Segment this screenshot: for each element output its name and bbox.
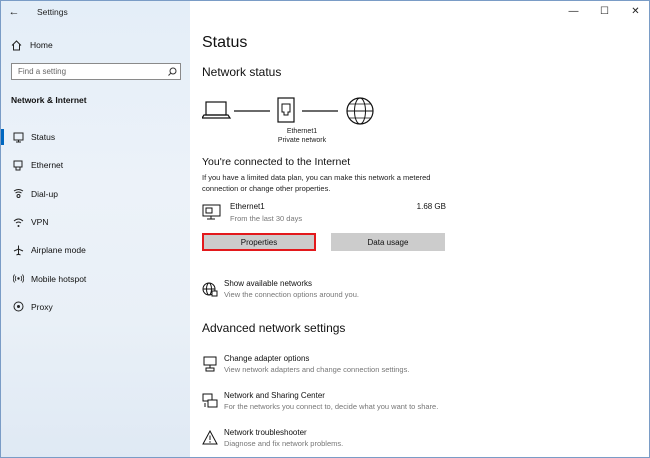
sidebar-item-ethernet[interactable]: Ethernet bbox=[1, 151, 190, 179]
network-troubleshooter-link[interactable]: Network troubleshooter Diagnose and fix … bbox=[202, 428, 502, 452]
page-title: Status bbox=[202, 34, 248, 51]
search-input[interactable]: Find a setting bbox=[11, 63, 181, 80]
laptop-icon bbox=[202, 101, 232, 119]
app-title: Settings bbox=[37, 7, 68, 17]
proxy-icon bbox=[11, 301, 25, 312]
link-title: Change adapter options bbox=[224, 354, 310, 363]
properties-button[interactable]: Properties bbox=[202, 233, 316, 251]
network-diagram: Ethernet1 Private network bbox=[202, 96, 402, 146]
network-diagram-graphic bbox=[202, 97, 374, 125]
connection-period: From the last 30 days bbox=[230, 214, 303, 223]
connection-usage-row: Ethernet1 From the last 30 days 1.68 GB bbox=[202, 202, 446, 226]
network-type-label: Private network bbox=[277, 137, 327, 144]
sidebar-item-dialup[interactable]: Dial-up bbox=[1, 180, 190, 208]
dialup-icon bbox=[11, 188, 25, 199]
globe-icon bbox=[346, 97, 374, 125]
adapter-icon bbox=[202, 356, 218, 372]
link-title: Network and Sharing Center bbox=[224, 391, 325, 400]
link-title: Network troubleshooter bbox=[224, 428, 307, 437]
nav-list: Status Ethernet Dial-up VPN Airplane mod… bbox=[1, 123, 190, 321]
sidebar-item-vpn[interactable]: VPN bbox=[1, 208, 190, 236]
advanced-network-settings-heading: Advanced network settings bbox=[202, 321, 346, 335]
link-desc: View the connection options around you. bbox=[224, 290, 359, 299]
content-pane: — ☐ ✕ Status Network status Ethernet1 Pr… bbox=[190, 1, 649, 457]
search-icon bbox=[164, 67, 180, 76]
link-desc: Diagnose and fix network problems. bbox=[224, 439, 344, 448]
connection-status-text: You're connected to the Internet bbox=[202, 156, 351, 168]
section-label: Network & Internet bbox=[11, 95, 87, 105]
network-status-heading: Network status bbox=[202, 65, 282, 79]
home-icon bbox=[11, 39, 25, 51]
link-desc: For the networks you connect to, decide … bbox=[224, 402, 439, 411]
sidebar-item-label: Dial-up bbox=[31, 188, 58, 199]
status-icon bbox=[11, 132, 25, 143]
connection-name: Ethernet1 bbox=[230, 202, 265, 211]
warning-icon bbox=[202, 429, 218, 446]
change-adapter-options-link[interactable]: Change adapter options View network adap… bbox=[202, 354, 502, 378]
sidebar-item-mobile-hotspot[interactable]: Mobile hotspot bbox=[1, 264, 190, 292]
data-usage-value: 1.68 GB bbox=[416, 202, 446, 211]
back-button[interactable]: ← bbox=[1, 1, 27, 23]
sidebar-item-proxy[interactable]: Proxy bbox=[1, 293, 190, 321]
sidebar-item-label: Mobile hotspot bbox=[31, 273, 87, 284]
link-title: Show available networks bbox=[224, 279, 313, 288]
airplane-icon bbox=[11, 245, 25, 256]
sidebar: ← Settings Home Find a setting Network &… bbox=[1, 1, 190, 457]
ethernet-icon bbox=[11, 160, 25, 171]
back-arrow-icon: ← bbox=[8, 6, 20, 18]
adapter-name-label: Ethernet1 bbox=[286, 128, 318, 135]
close-icon: ✕ bbox=[631, 5, 640, 17]
sidebar-item-label: Airplane mode bbox=[31, 245, 86, 256]
sidebar-item-label: Status bbox=[31, 132, 56, 143]
sidebar-item-status[interactable]: Status bbox=[1, 123, 190, 151]
network-sharing-center-link[interactable]: Network and Sharing Center For the netwo… bbox=[202, 391, 502, 415]
maximize-icon: ☐ bbox=[600, 5, 609, 17]
hotspot-icon bbox=[11, 273, 25, 284]
nav-home[interactable]: Home bbox=[1, 35, 190, 55]
minimize-icon: — bbox=[568, 5, 579, 17]
sharing-icon bbox=[202, 393, 218, 409]
ethernet-adapter-small-icon bbox=[202, 204, 222, 222]
ethernet-adapter-icon bbox=[277, 97, 295, 123]
data-usage-button[interactable]: Data usage bbox=[331, 233, 445, 251]
sidebar-item-label: Ethernet bbox=[31, 160, 64, 171]
metered-description: If you have a limited data plan, you can… bbox=[202, 173, 431, 193]
window-controls: — ☐ ✕ bbox=[558, 1, 649, 23]
minimize-button[interactable]: — bbox=[558, 1, 589, 21]
sidebar-item-airplane-mode[interactable]: Airplane mode bbox=[1, 236, 190, 264]
vpn-icon bbox=[11, 217, 25, 228]
sidebar-item-label: Proxy bbox=[31, 301, 53, 312]
sidebar-item-label: VPN bbox=[31, 217, 49, 228]
search-placeholder: Find a setting bbox=[18, 67, 67, 76]
close-button[interactable]: ✕ bbox=[620, 1, 649, 21]
home-label: Home bbox=[30, 40, 53, 50]
show-available-networks-link[interactable]: Show available networks View the connect… bbox=[202, 279, 502, 303]
globe-network-icon bbox=[202, 281, 218, 297]
settings-window: ← Settings Home Find a setting Network &… bbox=[0, 0, 650, 458]
title-bar: ← Settings bbox=[1, 1, 190, 23]
link-desc: View network adapters and change connect… bbox=[224, 365, 410, 374]
maximize-button[interactable]: ☐ bbox=[589, 1, 620, 21]
